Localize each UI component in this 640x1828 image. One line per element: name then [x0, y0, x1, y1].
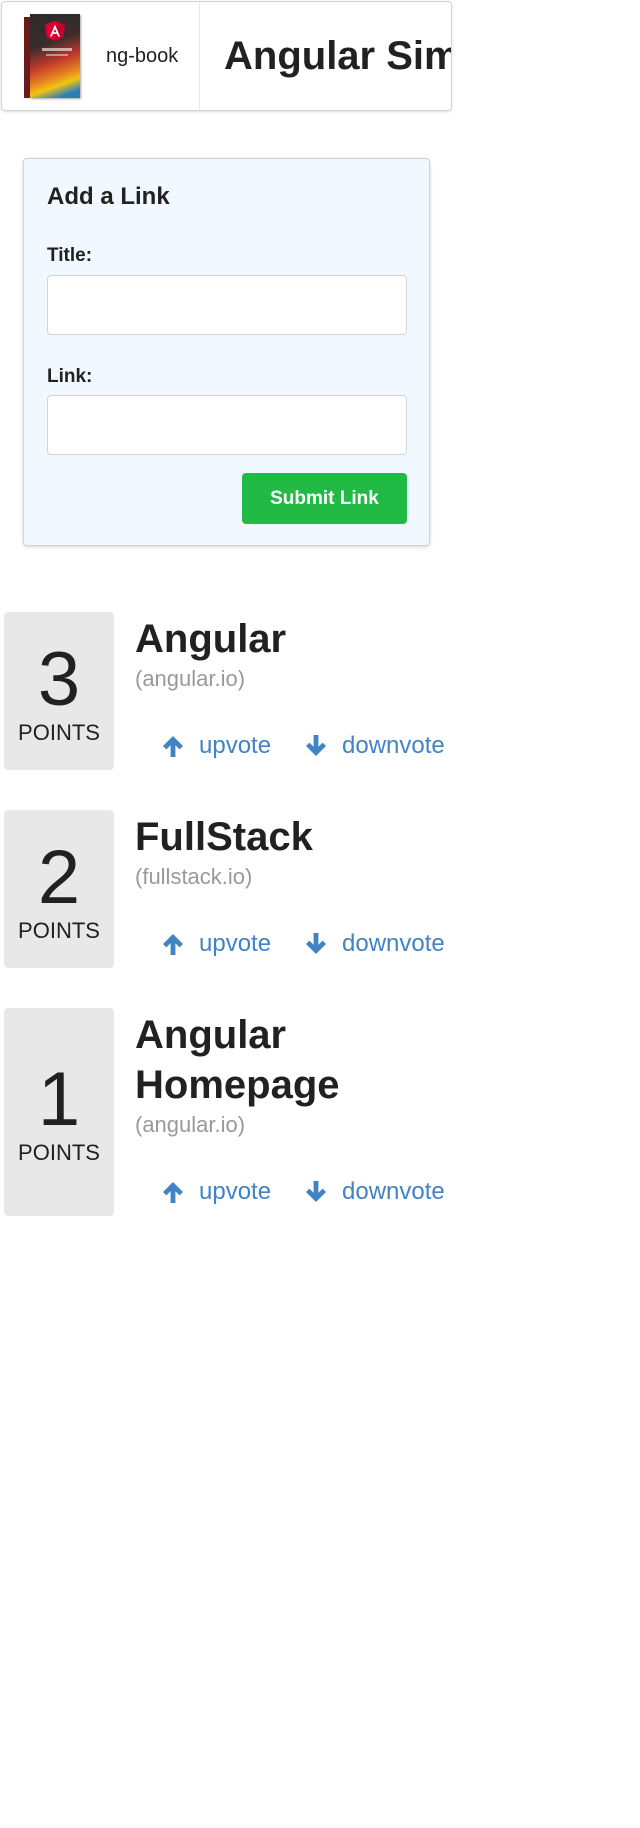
downvote-label: downvote — [342, 930, 445, 957]
article-title[interactable]: Angular — [135, 614, 375, 664]
submit-link-button[interactable]: Submit Link — [242, 473, 407, 524]
votes-box: 1 POINTS — [4, 1008, 114, 1216]
article-domain: (angular.io) — [135, 1112, 246, 1137]
points-label: POINTS — [18, 720, 100, 745]
downvote-link[interactable]: downvote — [304, 1178, 445, 1206]
downvote-link[interactable]: downvote — [304, 732, 445, 760]
upvote-label: upvote — [199, 1178, 272, 1205]
article-item: 2 POINTS FullStack (fullstack.io) upvote… — [4, 810, 604, 968]
arrow-down-icon — [306, 1181, 326, 1202]
brand-label: ng-book — [106, 44, 179, 67]
upvote-link[interactable]: upvote — [161, 930, 271, 958]
downvote-link[interactable]: downvote — [304, 930, 445, 958]
top-menu: ng-book Angular Simple Reddit — [1, 1, 452, 111]
title-label: Title: — [47, 245, 93, 266]
link-label: Link: — [47, 366, 93, 387]
article-title[interactable]: FullStack — [135, 812, 375, 862]
arrow-down-icon — [306, 735, 326, 756]
downvote-label: downvote — [342, 1178, 445, 1205]
arrow-up-icon — [163, 1182, 183, 1203]
arrow-up-icon — [163, 736, 183, 757]
form-heading: Add a Link — [47, 183, 170, 210]
vote-count: 2 — [37, 835, 81, 920]
points-label: POINTS — [18, 1140, 100, 1165]
link-input[interactable] — [47, 395, 407, 455]
upvote-label: upvote — [199, 930, 272, 957]
article-domain: (fullstack.io) — [135, 864, 253, 889]
arrow-up-icon — [163, 934, 183, 955]
downvote-label: downvote — [342, 732, 445, 759]
article-item: 3 POINTS Angular (angular.io) upvote dow… — [4, 612, 604, 770]
app-title: Angular Simple Reddit — [224, 33, 451, 78]
article-domain: (angular.io) — [135, 666, 246, 691]
arrow-down-icon — [306, 933, 326, 954]
vote-count: 1 — [37, 1057, 81, 1142]
upvote-link[interactable]: upvote — [161, 1178, 271, 1206]
vote-count: 3 — [37, 637, 81, 722]
ng-book-cover-icon — [24, 14, 80, 98]
title-input[interactable] — [47, 275, 407, 335]
upvote-label: upvote — [199, 732, 272, 759]
add-link-form: Add a Link Title: Link: Submit Link — [23, 158, 430, 546]
upvote-link[interactable]: upvote — [161, 732, 271, 760]
votes-box: 3 POINTS — [4, 612, 114, 770]
points-label: POINTS — [18, 918, 100, 943]
brand-link[interactable]: ng-book — [2, 2, 200, 110]
article-title[interactable]: Angular Homepage — [135, 1010, 375, 1110]
article-item: 1 POINTS Angular Homepage (angular.io) u… — [4, 1008, 604, 1216]
votes-box: 2 POINTS — [4, 810, 114, 968]
